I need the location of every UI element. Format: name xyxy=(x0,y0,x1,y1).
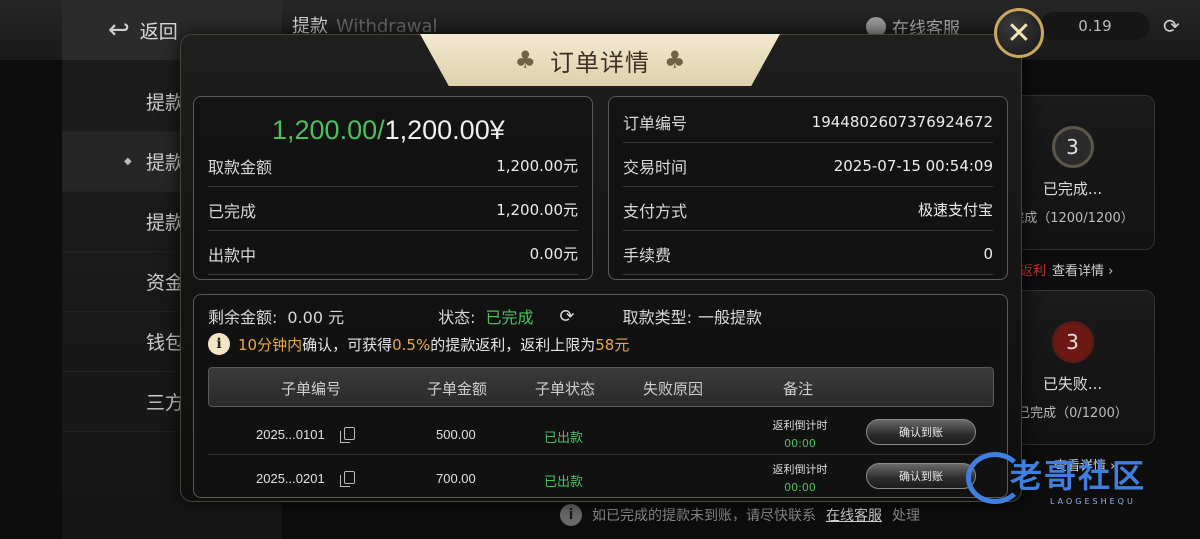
order-info-row: 订单编号 1944802607376924672 xyxy=(623,101,993,143)
footer-notice: i 如已完成的提款未到账，请尽快联系 在线客服 处理 xyxy=(560,504,920,526)
row-label: 交易时间 xyxy=(623,157,688,177)
status-label: 状态: xyxy=(438,308,476,327)
rebate-countdown-label: 返利倒计时 xyxy=(772,419,828,432)
tip-rate: 0.5% xyxy=(392,335,431,354)
view-details-link[interactable]: 返利 查看详情 › xyxy=(1020,260,1113,279)
back-label: 返回 xyxy=(139,20,178,43)
close-button[interactable]: ✕ xyxy=(994,8,1044,58)
sub-order-amount: 700.00 xyxy=(436,471,476,486)
sidebar-item-label: 资金 xyxy=(146,272,185,294)
table-row: 2025...0101 500.00 已出款 返利倒计时 00:00 确认到账 xyxy=(208,411,994,455)
watermark-subtext: LAOGESHEQU xyxy=(1050,496,1136,506)
col-header-status: 子单状态 xyxy=(535,380,596,398)
tip-cap: 58元 xyxy=(595,335,630,354)
tip-text: 确认，可获得 xyxy=(302,335,393,354)
copy-icon[interactable] xyxy=(340,427,355,443)
summary-row: 取款金额 1,200.00元 xyxy=(208,145,578,187)
sidebar-item-label: 三方 xyxy=(146,392,185,414)
sidebar-item-label: 钱包 xyxy=(146,332,185,354)
payment-method: 极速支付宝 xyxy=(917,201,993,219)
amount-summary-panel: 1,200.00/1,200.00¥ 取款金额 1,200.00元 已完成 1,… xyxy=(193,96,593,280)
remaining-value: 0.00 元 xyxy=(287,308,345,327)
footer-suffix: 处理 xyxy=(892,508,920,524)
rebate-countdown-value: 00:00 xyxy=(784,437,816,450)
info-icon: i xyxy=(560,504,582,526)
sub-order-amount: 500.00 xyxy=(436,427,476,442)
summary-row: 已完成 1,200.00元 xyxy=(208,189,578,231)
watermark-logo: 老哥社区 LAOGESHEQU xyxy=(966,446,1191,510)
footer-service-link[interactable]: 在线客服 xyxy=(826,505,882,525)
count-badge: 3 xyxy=(1051,126,1094,168)
sub-order-id: 2025...0201 xyxy=(256,471,325,486)
tip-time: 10分钟内 xyxy=(238,335,303,354)
amount-total: 1,200.00¥ xyxy=(384,115,505,145)
order-number: 1944802607376924672 xyxy=(811,112,993,131)
col-header-amount: 子单金额 xyxy=(427,380,488,398)
row-value: 1,200.00元 xyxy=(496,201,578,219)
status-value: 已完成 xyxy=(485,308,534,327)
confirm-received-button[interactable]: 确认到账 xyxy=(866,419,976,445)
type-value: 一般提款 xyxy=(698,308,763,327)
close-icon: ✕ xyxy=(1006,15,1032,51)
fee-value: 0 xyxy=(983,244,993,263)
card-status: 已失败... xyxy=(1042,375,1103,393)
copy-icon[interactable] xyxy=(340,471,355,487)
refresh-status-icon[interactable]: ⟳ xyxy=(560,306,575,327)
tip-text: 的提款返利，返利上限为 xyxy=(430,335,596,354)
club-icon: ♣ xyxy=(514,46,536,74)
sub-order-id: 2025...0101 xyxy=(256,427,325,442)
rebate-tag: 返利 xyxy=(1020,264,1047,279)
card-progress: 已完成（0/1200） xyxy=(1017,406,1128,421)
balance-display: 0.19 xyxy=(1040,12,1150,40)
row-label: 支付方式 xyxy=(623,201,688,221)
amount-paid: 1,200.00/ xyxy=(272,115,385,145)
row-value: 1,200.00元 xyxy=(496,157,578,175)
order-info-panel: 订单编号 1944802607376924672 交易时间 2025-07-15… xyxy=(608,96,1008,280)
transaction-time: 2025-07-15 00:54:09 xyxy=(833,156,993,175)
sidebar-item-label: 提款 xyxy=(146,152,185,174)
row-label: 订单编号 xyxy=(623,113,688,133)
footer-text: 如已完成的提款未到账，请尽快联系 xyxy=(592,508,816,524)
card-status: 已完成... xyxy=(1042,180,1103,198)
modal-title-tab: ♣ 订单详情 ♣ xyxy=(420,34,780,86)
view-details-label: 查看详情 xyxy=(1052,264,1105,279)
card-progress: 完成（1200/1200） xyxy=(1011,211,1134,226)
sub-order-status: 已出款 xyxy=(544,430,584,445)
row-value: 0.00元 xyxy=(529,245,578,263)
club-icon: ♣ xyxy=(664,46,686,74)
summary-row: 出款中 0.00元 xyxy=(208,233,578,275)
remaining-label: 剩余金额: xyxy=(208,308,278,327)
row-label: 已完成 xyxy=(208,201,257,221)
row-label: 手续费 xyxy=(623,245,672,265)
col-header-remark: 备注 xyxy=(783,380,814,398)
sub-order-status: 已出款 xyxy=(544,474,584,489)
back-arrow-icon: ↩ xyxy=(108,15,130,45)
rebate-countdown-value: 00:00 xyxy=(784,481,816,494)
amount-progress: 1,200.00/1,200.00¥ xyxy=(272,115,505,146)
order-info-row: 交易时间 2025-07-15 00:54:09 xyxy=(623,145,993,187)
chevron-right-icon: › xyxy=(1108,264,1114,279)
col-header-id: 子单编号 xyxy=(281,380,342,398)
sub-order-panel: 剩余金额: 0.00 元 状态: 已完成 ⟳ 取款类型: 一般提款 i 10分钟… xyxy=(193,294,1008,498)
confirm-received-button[interactable]: 确认到账 xyxy=(866,463,976,489)
row-label: 出款中 xyxy=(208,245,257,265)
order-status-line: 剩余金额: 0.00 元 状态: 已完成 ⟳ 取款类型: 一般提款 xyxy=(208,303,998,329)
refresh-balance-icon[interactable]: ⟳ xyxy=(1163,14,1180,38)
sub-order-table-header: 子单编号 子单金额 子单状态 失败原因 备注 xyxy=(208,367,994,407)
active-indicator-icon: ◆ xyxy=(124,156,132,167)
modal-title: 订单详情 xyxy=(550,48,650,77)
watermark-text: 老哥社区 xyxy=(1010,456,1147,495)
col-header-reason: 失败原因 xyxy=(643,380,704,398)
sidebar-item-label: 提款 xyxy=(146,92,185,114)
rebate-countdown-label: 返利倒计时 xyxy=(772,463,828,476)
sidebar-item-label: 提款 xyxy=(146,212,185,234)
row-label: 取款金额 xyxy=(208,157,273,177)
table-row: 2025...0201 700.00 已出款 返利倒计时 00:00 确认到账 xyxy=(208,455,994,499)
type-label: 取款类型: xyxy=(622,308,693,327)
order-info-row: 支付方式 极速支付宝 xyxy=(623,189,993,231)
order-info-row: 手续费 0 xyxy=(623,233,993,275)
rebate-tip: i 10分钟内确认，可获得0.5%的提款返利，返利上限为58元 xyxy=(208,331,629,357)
count-badge: 3 xyxy=(1051,321,1094,363)
info-icon: i xyxy=(208,333,230,355)
